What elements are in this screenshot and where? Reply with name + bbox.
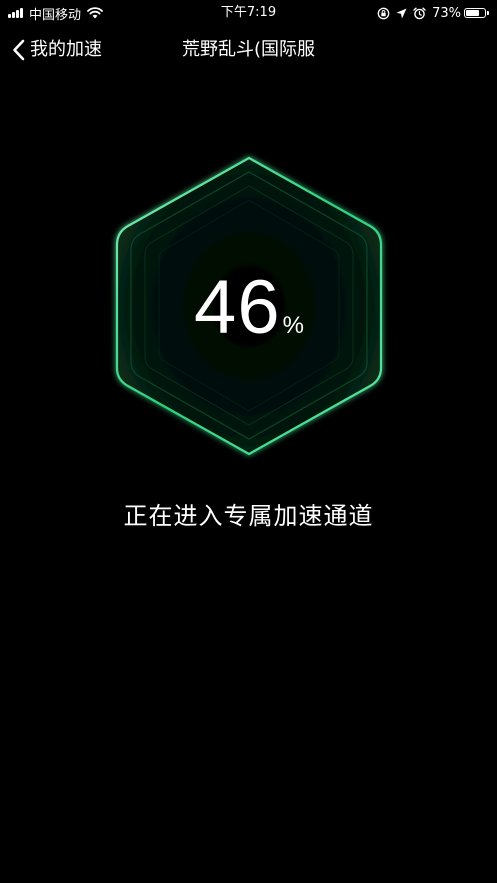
battery-percent: 73% bbox=[432, 5, 461, 21]
rotation-lock-icon bbox=[377, 7, 390, 19]
status-bar-right: 73% bbox=[377, 4, 489, 22]
back-label: 我的加速 bbox=[30, 39, 102, 60]
status-bar: 中国移动 下午7:19 73% bbox=[0, 0, 497, 26]
progress-percent: 46% bbox=[108, 268, 390, 348]
chevron-left-icon bbox=[13, 39, 25, 61]
back-button[interactable]: 我的加速 bbox=[12, 37, 102, 63]
status-message: 正在进入专属加速通道 bbox=[123, 502, 374, 530]
progress-value: 46 bbox=[194, 265, 281, 350]
nav-bar: 我的加速 荒野乱斗(国际服 bbox=[0, 28, 497, 72]
progress-unit: % bbox=[282, 312, 304, 339]
page-title: 荒野乱斗(国际服 bbox=[181, 39, 316, 60]
alarm-icon bbox=[413, 7, 426, 19]
progress-hexagon: 46% bbox=[108, 150, 390, 462]
location-icon bbox=[396, 8, 407, 18]
battery-icon bbox=[464, 8, 489, 18]
